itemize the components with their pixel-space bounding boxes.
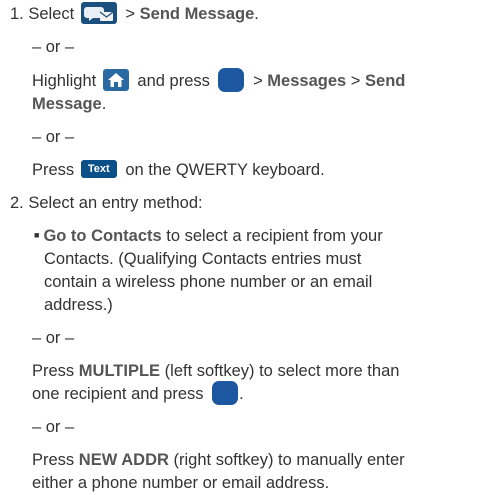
send-message-label: Send Message (139, 5, 255, 23)
step2-line: 2. Select an entry method: (10, 191, 203, 215)
step1-separator: > (125, 5, 136, 23)
go-to-contacts-label: Go to Contacts (43, 227, 162, 245)
new-addr-softkey-label: NEW ADDR (78, 451, 169, 469)
messages-label: Messages (267, 72, 347, 90)
and-press-text: and press (137, 72, 210, 90)
step2-title: Select an entry method: (28, 194, 203, 212)
bullet-line-4: address.) (44, 296, 113, 314)
step1-number: 1. (10, 5, 24, 23)
highlight-period: . (101, 95, 107, 113)
press-word-2: Press (32, 362, 75, 380)
bullet-text-1: to select a recipient from your (166, 227, 383, 245)
instructions-document: 1. Select > Send Message. – or – Highlig… (0, 0, 477, 494)
message-label: Message (32, 95, 102, 113)
text-key-icon: Text (80, 159, 117, 178)
newaddr-text: (right softkey) to manually enter (173, 451, 405, 469)
highlight-separator-2: > (350, 72, 361, 90)
bullet-icon: ■ (34, 229, 40, 240)
step1-select-word: Select (28, 5, 75, 23)
press-word: Press (32, 161, 75, 179)
multiple-text: (left softkey) to select more than (164, 362, 400, 380)
multiple-line-2: one recipient and press . (32, 380, 244, 407)
step1-period: . (254, 5, 259, 23)
qwerty-text: on the QWERTY keyboard. (125, 161, 325, 179)
press-text-line: Press Text on the QWERTY keyboard. (32, 158, 325, 182)
or-divider-1: – or – (32, 38, 75, 56)
step1-line: 1. Select > Send Message. (10, 1, 259, 26)
press-word-3: Press (32, 451, 75, 469)
home-icon (102, 68, 129, 91)
highlight-line-2: Message. (32, 92, 106, 116)
send-label: Send (365, 72, 406, 90)
highlight-separator-1: > (253, 72, 263, 90)
newaddr-line-2: either a phone number or email address. (32, 474, 330, 492)
bullet-line-3: contain a wireless phone number or an em… (44, 273, 373, 291)
or-divider-2: – or – (32, 128, 75, 146)
or-divider-3: – or – (32, 329, 75, 347)
newaddr-line-1: Press NEW ADDR (right softkey) to manual… (32, 448, 405, 472)
highlight-word: Highlight (32, 72, 97, 90)
multiple-softkey-label: MULTIPLE (78, 362, 161, 380)
highlight-line: Highlight and press > Messages > Send (32, 67, 406, 94)
menu-ok-key-icon (212, 380, 239, 405)
messaging-icon (80, 1, 117, 24)
multiple-period: . (239, 385, 244, 403)
or-divider-4: – or – (32, 418, 75, 436)
multiple-line-1: Press MULTIPLE (left softkey) to select … (32, 359, 399, 383)
step2-number: 2. (10, 194, 24, 212)
bullet-line-1: ■ Go to Contacts to select a recipient fr… (34, 224, 383, 249)
bullet-line-2: Contacts. (Qualifying Contacts entries m… (44, 250, 362, 268)
menu-ok-key-icon (218, 67, 245, 92)
multiple-text-2: one recipient and press (32, 385, 204, 403)
